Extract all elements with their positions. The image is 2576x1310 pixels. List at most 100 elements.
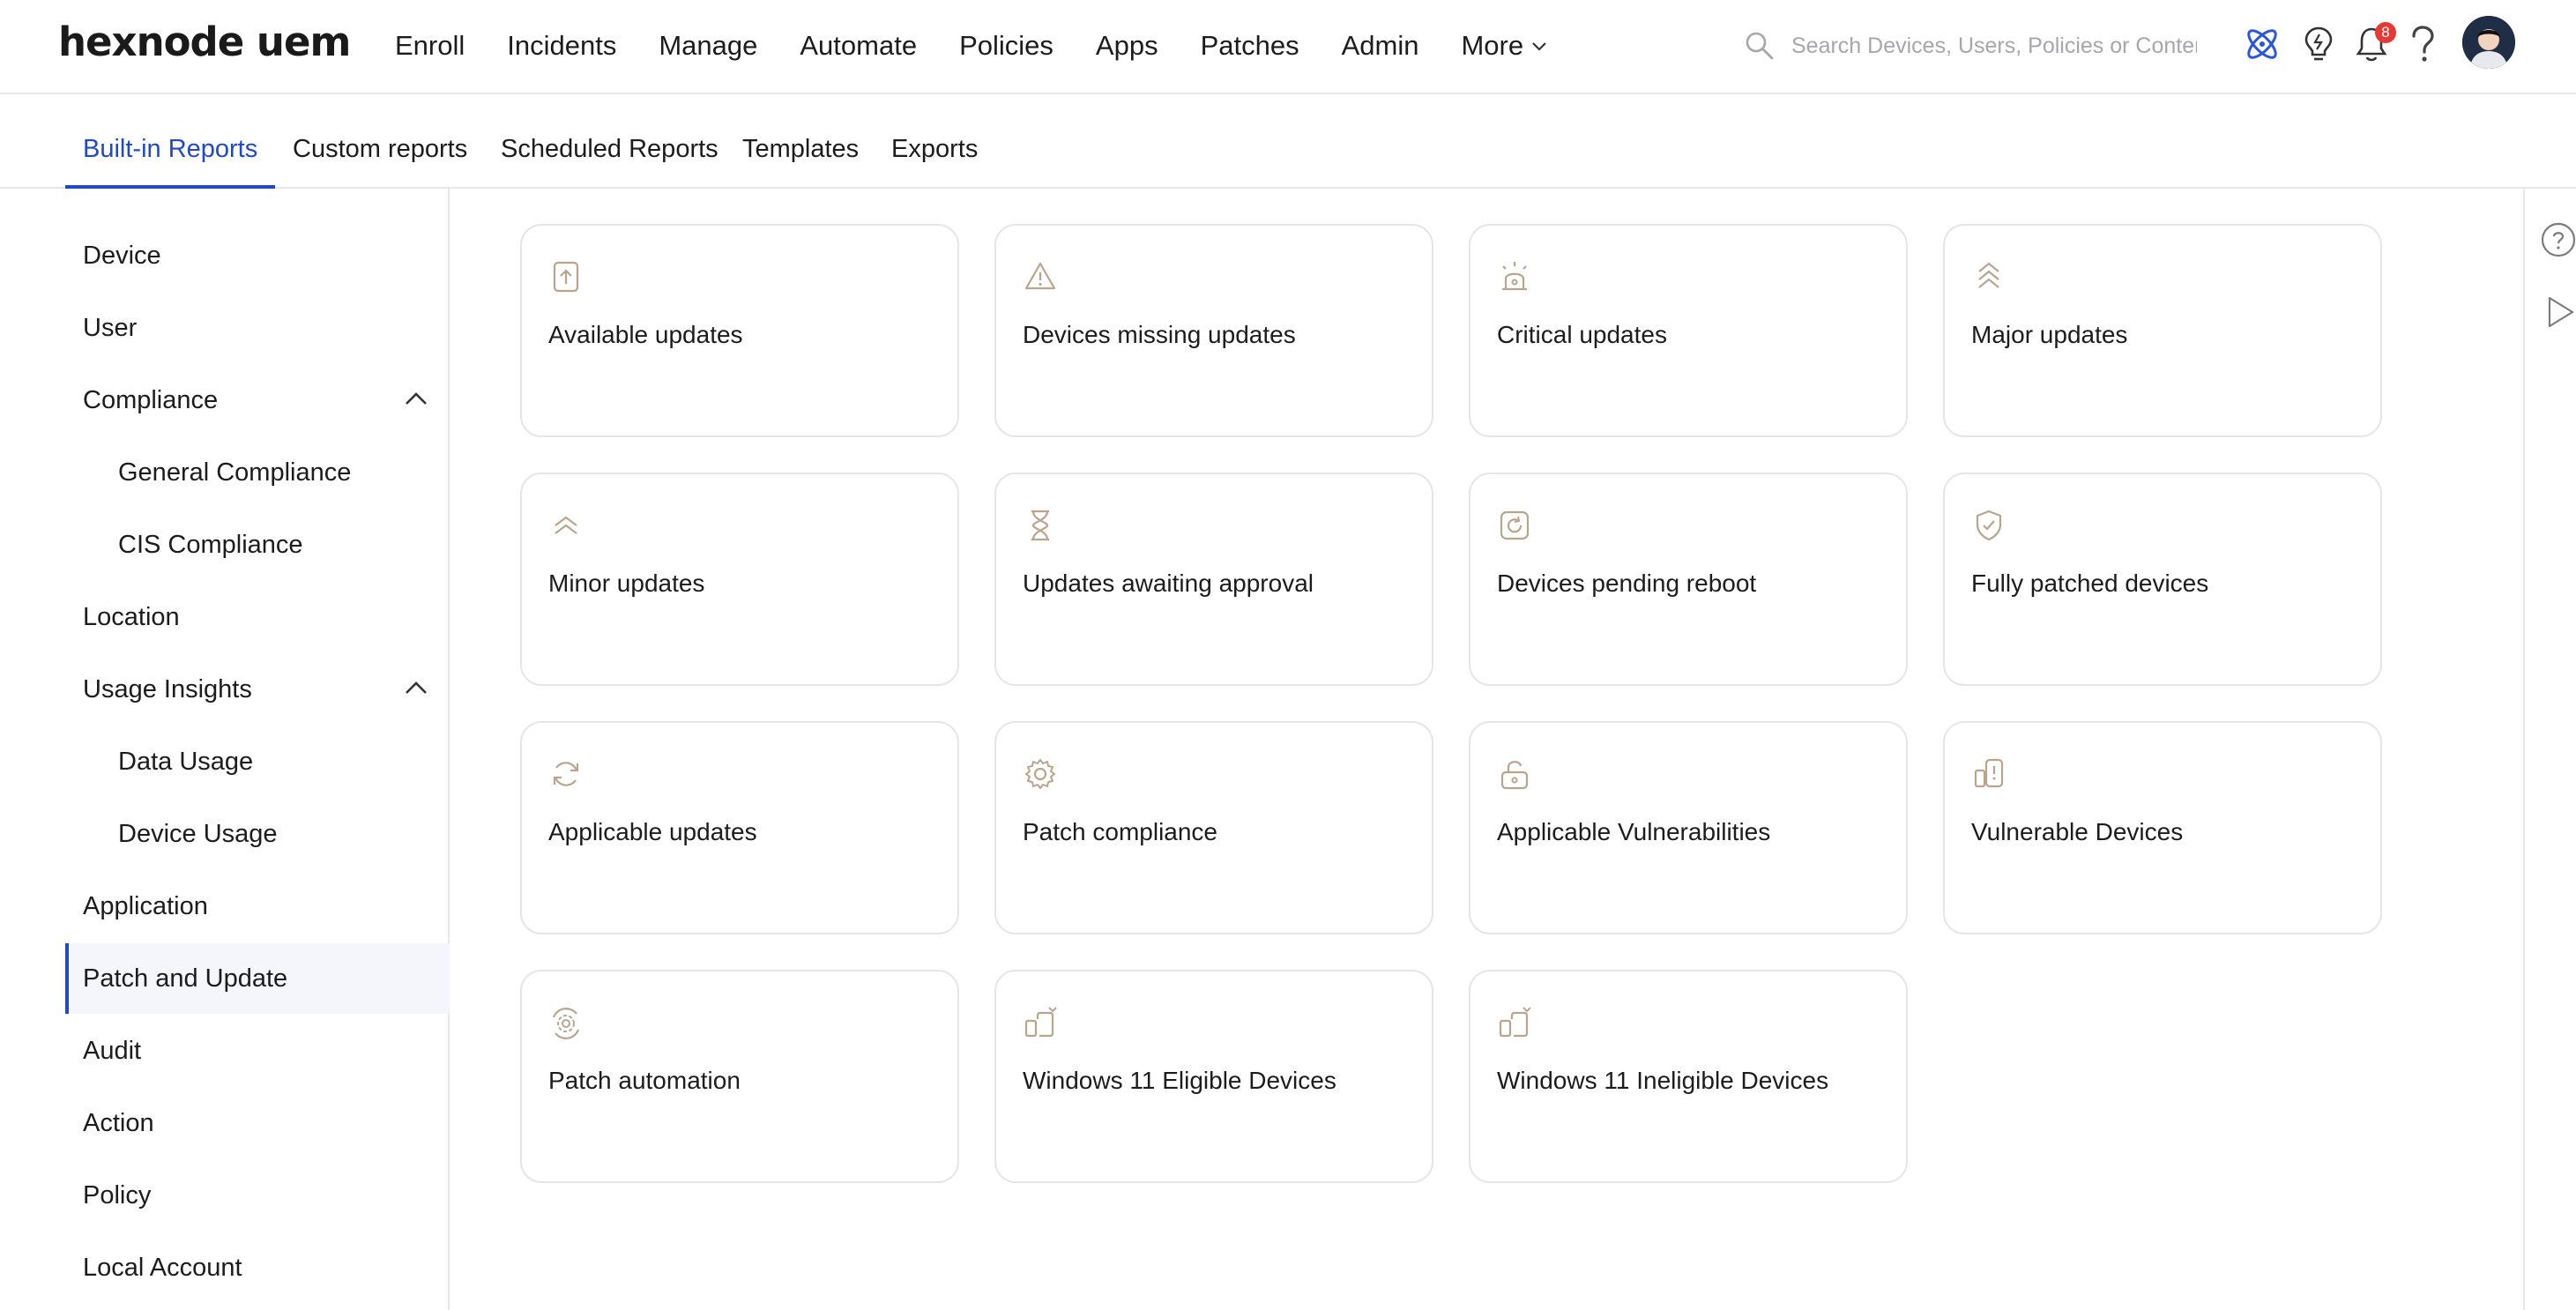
hexnode-logo[interactable]: hexnode uem bbox=[58, 16, 351, 69]
sidebar-item-label: Application bbox=[83, 891, 208, 920]
report-card-title: Major updates bbox=[1971, 321, 2128, 348]
sidebar-item-label: Location bbox=[83, 602, 180, 631]
report-card-title: Available updates bbox=[548, 321, 743, 348]
report-card-applicable-vulnerabilities[interactable]: Applicable Vulnerabilities bbox=[1469, 721, 1908, 934]
sidebar-item-compliance[interactable]: Compliance bbox=[65, 365, 450, 435]
device-alert-icon bbox=[1974, 758, 2004, 788]
chevron-up-icon[interactable] bbox=[404, 680, 428, 696]
sidebar-item-label: General Compliance bbox=[118, 458, 352, 487]
play-video-icon[interactable] bbox=[2539, 293, 2576, 331]
tab-built-in-reports[interactable]: Built-in Reports bbox=[64, 94, 276, 189]
report-card-windows-11-eligible-devices[interactable]: Windows 11 Eligible Devices bbox=[994, 970, 1433, 1183]
sidebar-item-device-usage[interactable]: Device Usage bbox=[65, 799, 450, 869]
report-category-sidebar: Device User Compliance General Complianc… bbox=[0, 189, 450, 1310]
notification-badge: 8 bbox=[2375, 22, 2396, 43]
report-card-title: Patch compliance bbox=[1023, 818, 1218, 845]
sidebar-item-usage-insights[interactable]: Usage Insights bbox=[65, 654, 450, 725]
ai-assistant-button[interactable] bbox=[2237, 19, 2287, 69]
question-mark-icon bbox=[2412, 26, 2434, 62]
sidebar-item-user[interactable]: User bbox=[65, 293, 450, 363]
report-card-minor-updates[interactable]: Minor updates bbox=[520, 473, 959, 686]
report-card-vulnerable-devices[interactable]: Vulnerable Devices bbox=[1943, 721, 2382, 934]
sidebar-item-label: Compliance bbox=[83, 385, 219, 414]
report-card-title: Fully patched devices bbox=[1971, 569, 2209, 597]
sidebar-item-policy[interactable]: Policy bbox=[65, 1160, 450, 1231]
nav-policies[interactable]: Policies bbox=[959, 30, 1053, 62]
triple-chevron-up-icon bbox=[1978, 262, 1999, 288]
sidebar-item-application[interactable]: Application bbox=[65, 871, 450, 942]
sidebar-item-location[interactable]: Location bbox=[65, 582, 450, 652]
sidebar-item-device[interactable]: Device bbox=[65, 220, 450, 291]
nav-automate[interactable]: Automate bbox=[800, 30, 917, 62]
report-card-major-updates[interactable]: Major updates bbox=[1943, 224, 2382, 437]
report-card-patch-compliance[interactable]: Patch compliance bbox=[994, 721, 1433, 934]
reboot-icon bbox=[1500, 510, 1530, 540]
sidebar-item-label: Policy bbox=[83, 1180, 152, 1210]
report-card-title: Applicable updates bbox=[548, 818, 757, 845]
report-tabs: Built-in Reports Custom reports Schedule… bbox=[0, 94, 2576, 189]
sidebar-item-label: Usage Insights bbox=[83, 674, 252, 703]
nav-incidents[interactable]: Incidents bbox=[507, 30, 616, 62]
sidebar-item-cis-compliance[interactable]: CIS Compliance bbox=[65, 510, 450, 580]
avatar-icon bbox=[2462, 16, 2515, 69]
nav-manage[interactable]: Manage bbox=[659, 30, 757, 62]
report-card-available-updates[interactable]: Available updates bbox=[520, 224, 959, 437]
nav-patches[interactable]: Patches bbox=[1201, 30, 1299, 62]
report-card-devices-missing-updates[interactable]: Devices missing updates bbox=[994, 224, 1433, 437]
hourglass-icon bbox=[1031, 510, 1049, 541]
right-help-rail bbox=[2523, 189, 2576, 1310]
double-chevron-up-icon bbox=[555, 516, 577, 534]
report-card-critical-updates[interactable]: Critical updates bbox=[1469, 224, 1908, 437]
report-card-patch-automation[interactable]: Patch automation bbox=[520, 970, 959, 1183]
report-card-applicable-updates[interactable]: Applicable updates bbox=[520, 721, 959, 934]
atom-icon bbox=[2247, 29, 2277, 59]
main-nav: Enroll Incidents Manage Automate Policie… bbox=[395, 0, 1590, 92]
sidebar-item-label: Action bbox=[83, 1108, 154, 1137]
tab-scheduled-reports[interactable]: Scheduled Reports bbox=[501, 94, 718, 188]
chevron-down-icon bbox=[1532, 42, 1546, 51]
refresh-icon bbox=[553, 762, 579, 786]
nav-admin[interactable]: Admin bbox=[1342, 30, 1419, 62]
sidebar-item-action[interactable]: Action bbox=[65, 1088, 450, 1158]
nav-more[interactable]: More bbox=[1461, 30, 1548, 62]
unlocked-padlock-icon bbox=[1500, 761, 1529, 790]
notifications-button[interactable]: 8 bbox=[2347, 19, 2396, 69]
nav-more-label: More bbox=[1461, 30, 1524, 61]
user-avatar[interactable] bbox=[2462, 16, 2515, 69]
report-cards-grid: Available updates Devices missing update… bbox=[450, 189, 2523, 1310]
report-card-title: Devices missing updates bbox=[1023, 321, 1296, 348]
report-card-title: Devices pending reboot bbox=[1497, 569, 1757, 597]
sidebar-item-label: Device Usage bbox=[118, 819, 278, 848]
report-card-title: Updates awaiting approval bbox=[1023, 569, 1314, 597]
report-card-updates-awaiting-approval[interactable]: Updates awaiting approval bbox=[994, 473, 1433, 686]
sidebar-item-label: Audit bbox=[83, 1036, 142, 1065]
sidebar-item-label: CIS Compliance bbox=[118, 530, 303, 559]
sidebar-item-label: Patch and Update bbox=[83, 964, 288, 993]
nav-apps[interactable]: Apps bbox=[1096, 30, 1158, 62]
report-card-windows-11-ineligible-devices[interactable]: Windows 11 Ineligible Devices bbox=[1469, 970, 1908, 1183]
sidebar-item-audit[interactable]: Audit bbox=[65, 1016, 450, 1086]
gear-icon bbox=[1025, 759, 1055, 789]
search-input[interactable] bbox=[1791, 33, 2197, 59]
search-icon bbox=[1746, 32, 1774, 60]
upload-arrow-icon bbox=[553, 261, 579, 293]
sidebar-item-general-compliance[interactable]: General Compliance bbox=[65, 437, 450, 508]
sidebar-item-data-usage[interactable]: Data Usage bbox=[65, 726, 450, 797]
sidebar-item-patch-and-update[interactable]: Patch and Update bbox=[65, 943, 450, 1014]
whats-new-button[interactable] bbox=[2294, 19, 2343, 69]
report-card-title: Windows 11 Eligible Devices bbox=[1023, 1067, 1336, 1094]
tab-exports[interactable]: Exports bbox=[891, 94, 978, 188]
help-button[interactable] bbox=[2398, 19, 2447, 69]
help-circle-icon[interactable] bbox=[2539, 220, 2576, 259]
top-navbar: hexnode uem Enroll Incidents Manage Auto… bbox=[0, 0, 2576, 94]
report-card-fully-patched-devices[interactable]: Fully patched devices bbox=[1943, 473, 2382, 686]
global-search bbox=[1744, 25, 2202, 67]
chevron-up-icon[interactable] bbox=[404, 391, 428, 406]
tab-templates[interactable]: Templates bbox=[742, 94, 859, 188]
report-card-devices-pending-reboot[interactable]: Devices pending reboot bbox=[1469, 473, 1908, 686]
sidebar-item-local-account[interactable]: Local Account bbox=[65, 1232, 450, 1303]
nav-enroll[interactable]: Enroll bbox=[395, 30, 465, 62]
sidebar-item-label: Local Account bbox=[83, 1253, 242, 1282]
tab-custom-reports[interactable]: Custom reports bbox=[293, 94, 467, 188]
report-card-title: Critical updates bbox=[1497, 321, 1667, 348]
